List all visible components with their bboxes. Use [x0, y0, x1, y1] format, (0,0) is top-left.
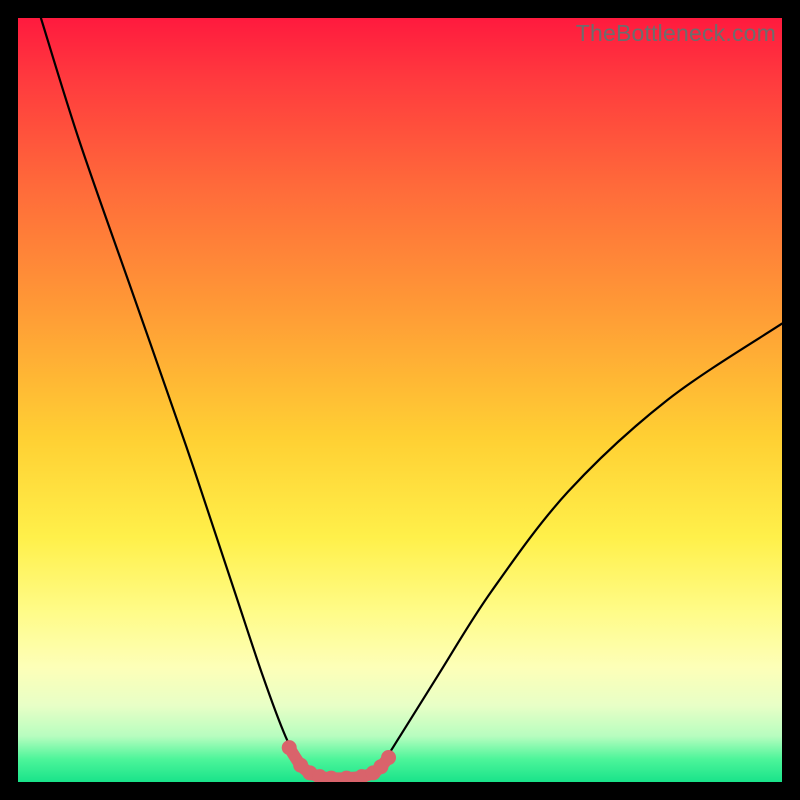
marker-dot	[282, 740, 297, 755]
marker-dot	[381, 750, 396, 765]
chart-plot-area: TheBottleneck.com	[18, 18, 782, 782]
bottleneck-curve-line	[41, 18, 782, 779]
chart-frame: TheBottleneck.com	[0, 0, 800, 800]
chart-svg	[18, 18, 782, 782]
